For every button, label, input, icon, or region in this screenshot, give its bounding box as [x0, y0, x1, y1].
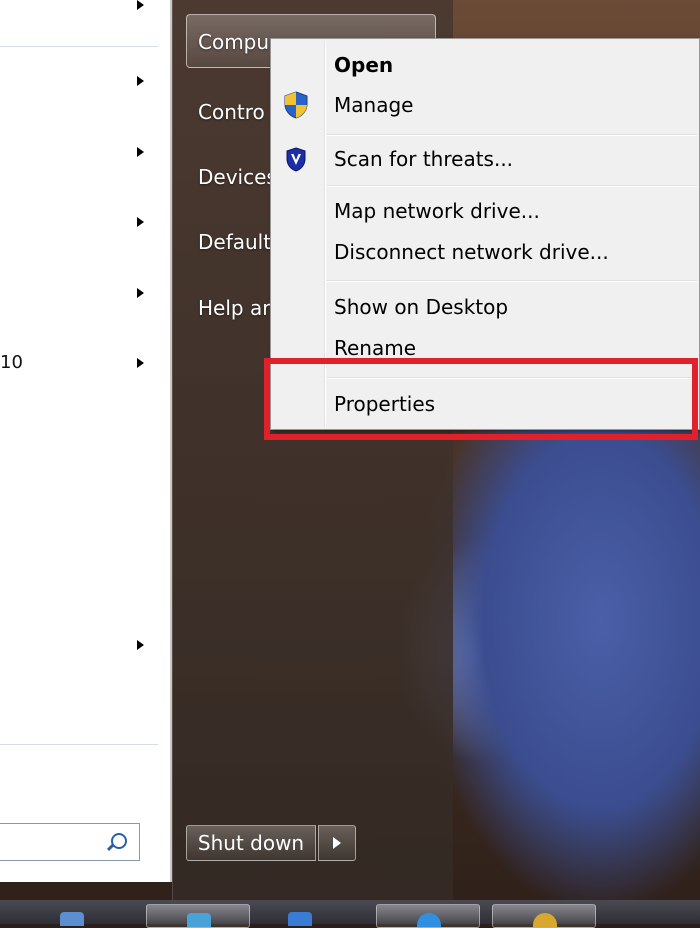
shutdown-button[interactable]: Shut down: [186, 825, 316, 861]
start-item-default-programs[interactable]: Default: [198, 230, 271, 254]
menu-item-label: Disconnect network drive...: [334, 240, 609, 264]
media-icon: [187, 913, 211, 927]
search-input[interactable]: [0, 823, 140, 861]
menu-item-label: Scan for threats...: [334, 147, 514, 171]
properties-highlight-box: [264, 358, 698, 440]
menu-separator: [327, 280, 697, 282]
submenu-arrow-icon[interactable]: [137, 640, 144, 650]
menu-item-label: Map network drive...: [334, 199, 540, 223]
divider: [0, 46, 158, 47]
menu-item-manage[interactable]: Manage: [273, 85, 697, 125]
submenu-arrow-icon[interactable]: [137, 217, 144, 227]
start-item-computer[interactable]: Compu: [198, 30, 269, 54]
taskbar-button[interactable]: [30, 904, 140, 928]
start-menu-programs-panel: 10: [0, 0, 172, 882]
start-item-devices[interactable]: Devices: [198, 165, 277, 189]
taskbar-button[interactable]: [376, 904, 480, 928]
menu-item-label: Open: [334, 53, 394, 77]
submenu-arrow-icon[interactable]: [137, 147, 144, 157]
start-item-control-panel[interactable]: Contro: [198, 100, 265, 124]
antivirus-shield-icon: [286, 147, 306, 172]
browser-icon: [417, 913, 441, 927]
menu-item-scan-for-threats[interactable]: Scan for threats...: [273, 139, 697, 179]
menu-separator: [327, 185, 697, 187]
submenu-arrow-icon[interactable]: [137, 76, 144, 86]
taskbar-button[interactable]: [262, 904, 366, 928]
menu-item-show-on-desktop[interactable]: Show on Desktop: [273, 287, 697, 327]
submenu-arrow-icon[interactable]: [137, 358, 144, 368]
menu-item-open[interactable]: Open: [273, 45, 697, 85]
start-item-help[interactable]: Help ar: [198, 296, 270, 320]
menu-separator: [327, 134, 697, 136]
taskbar-button[interactable]: [492, 904, 596, 928]
submenu-arrow-icon[interactable]: [137, 288, 144, 298]
program-item-label[interactable]: 10: [0, 352, 23, 373]
menu-item-label: Rename: [334, 336, 417, 360]
uac-shield-icon: [284, 91, 308, 119]
menu-item-label: Show on Desktop: [334, 295, 509, 319]
chevron-right-icon: [333, 837, 341, 849]
menu-item-map-network-drive[interactable]: Map network drive...: [273, 191, 697, 231]
search-icon[interactable]: [111, 833, 127, 849]
menu-item-label: Manage: [334, 93, 414, 117]
taskbar-button[interactable]: [146, 904, 250, 928]
submenu-arrow-icon[interactable]: [137, 0, 144, 10]
divider: [0, 744, 158, 745]
menu-item-disconnect-network-drive[interactable]: Disconnect network drive...: [273, 232, 697, 272]
app-icon: [533, 913, 557, 927]
shutdown-options-button[interactable]: [318, 825, 356, 861]
